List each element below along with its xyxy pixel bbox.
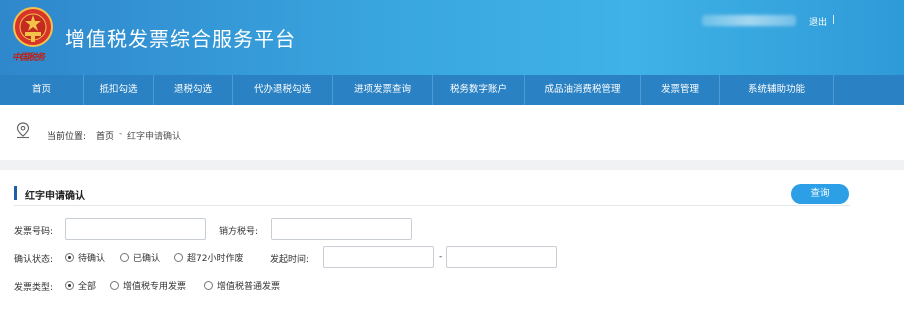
invoice-no-label: 发票号码: bbox=[14, 227, 54, 237]
type-option-label: 增值税普通发票 bbox=[217, 282, 281, 292]
nav-item-system-tools[interactable]: 系统辅助功能 bbox=[720, 75, 834, 105]
radio-icon bbox=[120, 253, 129, 262]
seller-tax-input[interactable] bbox=[271, 218, 412, 240]
national-emblem-logo bbox=[13, 7, 53, 47]
date-range-separator: - bbox=[439, 252, 443, 262]
nav-item-deduction-check[interactable]: 抵扣勾选 bbox=[84, 75, 154, 105]
invoice-no-input[interactable] bbox=[65, 218, 206, 240]
status-option-pending[interactable]: 待确认 bbox=[65, 251, 105, 264]
nav-item-home[interactable]: 首页 bbox=[0, 75, 84, 105]
app-header: 中国税务 增值税发票综合服务平台 退出 | bbox=[0, 0, 904, 75]
section-accent-bar bbox=[14, 186, 17, 200]
main-nav: 首页 抵扣勾选 退税勾选 代办退税勾选 进项发票查询 税务数字账户 成品油消费税… bbox=[0, 75, 904, 105]
user-info-redacted bbox=[702, 15, 796, 26]
breadcrumb-label: 当前位置: bbox=[47, 132, 87, 142]
nav-item-refund-check[interactable]: 退税勾选 bbox=[154, 75, 233, 105]
breadcrumb-current: 红字申请确认 bbox=[127, 132, 182, 142]
type-option-all[interactable]: 全部 bbox=[65, 279, 96, 292]
nav-item-oil-consumption-tax[interactable]: 成品油消费税管理 bbox=[525, 75, 641, 105]
start-time-from-input[interactable] bbox=[323, 246, 434, 268]
app-title: 增值税发票综合服务平台 bbox=[65, 27, 296, 51]
header-separator: | bbox=[832, 15, 836, 25]
status-option-label: 超72小时作废 bbox=[187, 254, 244, 264]
logo-text: 中国税务 bbox=[12, 53, 45, 63]
nav-item-input-invoice-query[interactable]: 进项发票查询 bbox=[333, 75, 433, 105]
radio-icon bbox=[204, 281, 213, 290]
breadcrumb-home-link[interactable]: 首页 bbox=[96, 129, 114, 142]
status-option-label: 待确认 bbox=[78, 254, 106, 264]
section-divider bbox=[14, 205, 850, 206]
logout-link[interactable]: 退出 bbox=[809, 15, 827, 28]
start-time-label: 发起时间: bbox=[270, 255, 310, 265]
location-pin-icon bbox=[16, 122, 30, 139]
status-option-label: 已确认 bbox=[133, 254, 161, 264]
nav-item-invoice-management[interactable]: 发票管理 bbox=[641, 75, 720, 105]
type-option-general-vat[interactable]: 增值税普通发票 bbox=[204, 279, 280, 292]
start-time-to-input[interactable] bbox=[446, 246, 557, 268]
query-button[interactable]: 查询 bbox=[791, 184, 849, 204]
status-option-confirmed[interactable]: 已确认 bbox=[120, 251, 160, 264]
section-title: 红字申请确认 bbox=[25, 191, 85, 202]
status-label: 确认状态: bbox=[14, 255, 54, 265]
type-option-label: 增值税专用发票 bbox=[123, 282, 187, 292]
status-option-expired[interactable]: 超72小时作废 bbox=[174, 251, 243, 264]
seller-tax-label: 销方税号: bbox=[219, 227, 259, 237]
radio-selected-icon bbox=[65, 281, 74, 290]
radio-icon bbox=[110, 281, 119, 290]
invoice-type-label: 发票类型: bbox=[14, 283, 54, 293]
type-option-label: 全部 bbox=[78, 282, 97, 292]
radio-icon bbox=[174, 253, 183, 262]
radio-selected-icon bbox=[65, 253, 74, 262]
nav-item-tax-digital-account[interactable]: 税务数字账户 bbox=[433, 75, 525, 105]
type-option-special-vat[interactable]: 增值税专用发票 bbox=[110, 279, 186, 292]
breadcrumb-separator: - bbox=[119, 129, 123, 139]
nav-item-agent-refund-check[interactable]: 代办退税勾选 bbox=[233, 75, 333, 105]
search-panel bbox=[0, 170, 904, 318]
